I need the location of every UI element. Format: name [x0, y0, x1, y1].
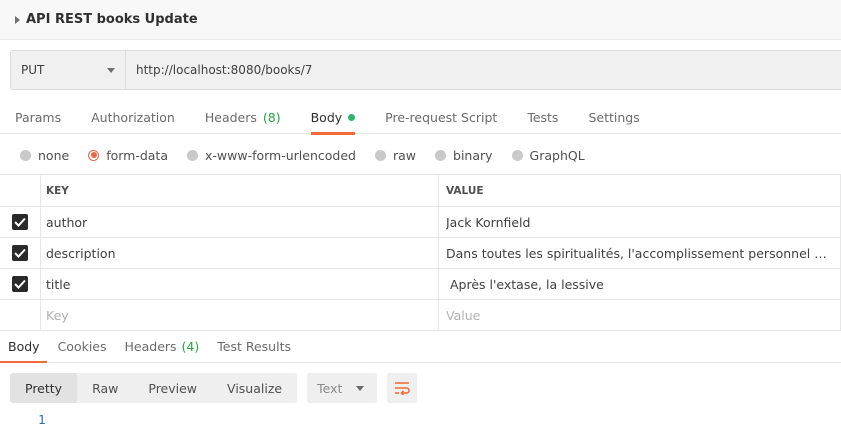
tab-params[interactable]: Params [0, 100, 76, 134]
body-type-options: none form-data x-www-form-urlencoded raw… [20, 144, 604, 166]
body-type-urlencoded[interactable]: x-www-form-urlencoded [187, 148, 356, 163]
check-cell [0, 300, 41, 330]
tab-label: Body [310, 109, 343, 125]
body-type-graphql[interactable]: GraphQL [511, 147, 585, 163]
tab-label: Headers [124, 339, 177, 354]
body-type-binary[interactable]: binary [435, 148, 493, 163]
tab-label: Settings [588, 109, 640, 125]
table-row: title Après l'extase, la lessive [0, 269, 841, 300]
caret-right-icon[interactable] [15, 15, 20, 24]
view-mode-group: Pretty Raw Preview Visualize [10, 373, 298, 403]
value-input[interactable]: Dans toutes les spiritualités, l'accompl… [439, 238, 841, 268]
body-type-none[interactable]: none [20, 148, 69, 163]
checkmark-icon [14, 217, 26, 227]
form-data-table: KEY VALUE author Jack Kornfield descript… [0, 174, 841, 331]
tab-label: Headers [204, 109, 257, 125]
request-title: API REST books Update [26, 12, 198, 27]
tab-settings[interactable]: Settings [573, 100, 654, 134]
view-visualize-button[interactable]: Visualize [212, 373, 297, 403]
value-text: Dans toutes les spiritualités, l'accompl… [446, 245, 834, 261]
radio-icon [374, 149, 386, 161]
row-checkbox[interactable] [12, 214, 28, 230]
value-text: Après l'extase, la lessive [446, 276, 604, 292]
line-number: 1 [38, 412, 46, 427]
url-input[interactable]: http://localhost:8080/books/7 [126, 51, 841, 89]
checkmark-icon [14, 279, 26, 289]
tab-label: Authorization [91, 109, 175, 125]
table-header-row: KEY VALUE [0, 175, 841, 207]
tab-pre-request-script[interactable]: Pre-request Script [370, 100, 512, 134]
wrap-lines-icon [395, 382, 410, 395]
tab-label: Body [8, 339, 40, 354]
tab-headers[interactable]: Headers (8) [190, 100, 296, 134]
header-check-cell [0, 175, 41, 206]
check-cell [0, 269, 41, 299]
chevron-down-icon [356, 385, 365, 391]
body-type-form-data[interactable]: form-data [88, 148, 168, 163]
table-row-empty: Key Value [0, 300, 841, 331]
value-input[interactable]: Après l'extase, la lessive [439, 269, 841, 299]
response-tab-cookies[interactable]: Cookies [51, 331, 114, 362]
checkmark-icon [14, 248, 26, 258]
view-raw-button[interactable]: Raw [77, 373, 133, 403]
tab-label: Params [15, 109, 62, 125]
response-headers-count: (4) [181, 339, 200, 354]
request-title-bar[interactable]: API REST books Update [0, 0, 841, 40]
value-text: Jack Kornfield [446, 214, 531, 230]
request-tabs: Params Authorization Headers (8) Body Pre… [0, 100, 841, 135]
key-input[interactable]: description [41, 238, 439, 268]
tab-tests[interactable]: Tests [512, 100, 573, 134]
radio-label: form-data [106, 147, 168, 163]
view-pretty-button[interactable]: Pretty [10, 373, 78, 403]
value-column-header: VALUE [439, 175, 841, 206]
response-tab-test-results[interactable]: Test Results [210, 331, 298, 362]
format-select[interactable]: Text [307, 373, 378, 403]
radio-icon [20, 149, 31, 161]
key-input[interactable]: author [41, 207, 439, 237]
radio-label: x-www-form-urlencoded [205, 147, 356, 163]
status-dot-icon [348, 113, 356, 121]
method-select[interactable]: PUT [11, 51, 126, 89]
radio-checked-icon [88, 149, 100, 161]
radio-label: none [38, 147, 70, 163]
check-cell [0, 238, 41, 268]
request-bar: PUT http://localhost:8080/books/7 [10, 50, 841, 90]
chevron-down-icon [107, 67, 115, 73]
body-type-raw[interactable]: raw [374, 147, 417, 163]
method-label: PUT [21, 63, 45, 77]
response-tab-headers[interactable]: Headers (4) [118, 331, 207, 362]
tab-body[interactable]: Body [296, 100, 371, 135]
response-tabs: Body Cookies Headers (4) Test Results [0, 330, 841, 363]
tab-authorization[interactable]: Authorization [76, 100, 190, 134]
view-preview-button[interactable]: Preview [133, 373, 212, 403]
new-key-input[interactable]: Key [41, 300, 439, 330]
tab-label: Pre-request Script [385, 109, 498, 125]
radio-icon [435, 149, 447, 161]
wrap-lines-button[interactable] [387, 373, 418, 403]
row-checkbox[interactable] [12, 245, 28, 261]
table-row: author Jack Kornfield [0, 207, 841, 238]
response-tab-body[interactable]: Body [0, 331, 47, 363]
value-input[interactable]: Jack Kornfield [439, 207, 841, 237]
check-cell [0, 207, 41, 237]
headers-count: (8) [262, 109, 281, 125]
row-checkbox[interactable] [12, 276, 28, 292]
radio-icon [511, 149, 523, 161]
key-input[interactable]: title [41, 269, 439, 299]
radio-label: binary [453, 147, 493, 163]
radio-label: GraphQL [529, 147, 585, 163]
tab-label: Test Results [217, 339, 291, 354]
radio-icon [187, 149, 198, 161]
response-toolbar: Pretty Raw Preview Visualize Text [10, 373, 418, 403]
radio-label: raw [392, 147, 417, 163]
format-label: Text [317, 380, 343, 396]
table-row: description Dans toutes les spiritualité… [0, 238, 841, 269]
tab-label: Tests [527, 109, 559, 125]
tab-label: Cookies [57, 339, 107, 354]
new-value-input[interactable]: Value [439, 300, 841, 330]
key-column-header: KEY [41, 175, 439, 206]
